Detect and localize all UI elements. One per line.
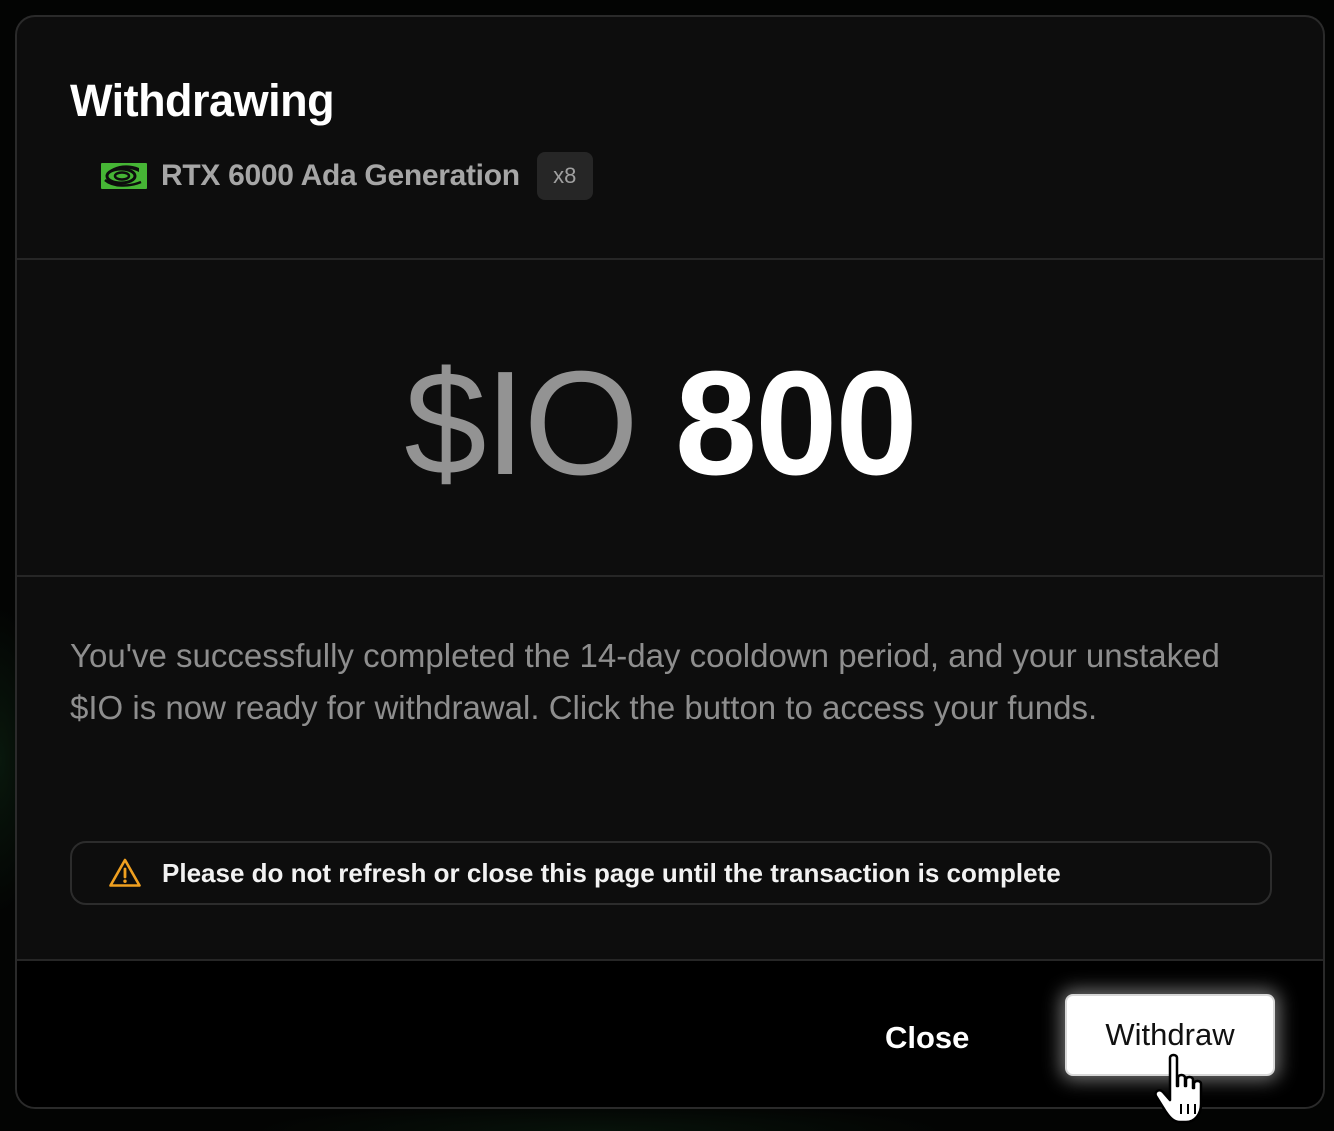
hand-pointer-icon — [1154, 1053, 1203, 1124]
amount-currency: $IO — [404, 340, 639, 506]
withdraw-amount: $IO 800 — [404, 349, 917, 498]
cooldown-message: You've successfully completed the 14-day… — [70, 637, 1220, 726]
amount-value: 800 — [674, 340, 918, 506]
amount-section: $IO 800 — [17, 260, 1323, 577]
withdraw-modal: Withdrawing RTX 6000 Ada Generation x8 $… — [15, 15, 1325, 1109]
warning-text: Please do not refresh or close this page… — [162, 857, 1061, 888]
nvidia-logo-icon — [101, 163, 147, 189]
close-button[interactable]: Close — [875, 1015, 979, 1061]
gpu-name: RTX 6000 Ada Generation — [161, 159, 520, 192]
gpu-info: RTX 6000 Ada Generation x8 — [101, 150, 593, 202]
modal-footer: Close Withdraw — [17, 959, 1323, 1107]
warning-triangle-icon — [108, 857, 142, 889]
modal-header: Withdrawing RTX 6000 Ada Generation x8 — [17, 17, 1323, 260]
warning-banner: Please do not refresh or close this page… — [70, 841, 1272, 905]
gpu-count-badge: x8 — [536, 152, 593, 200]
modal-title: Withdrawing — [70, 75, 335, 126]
